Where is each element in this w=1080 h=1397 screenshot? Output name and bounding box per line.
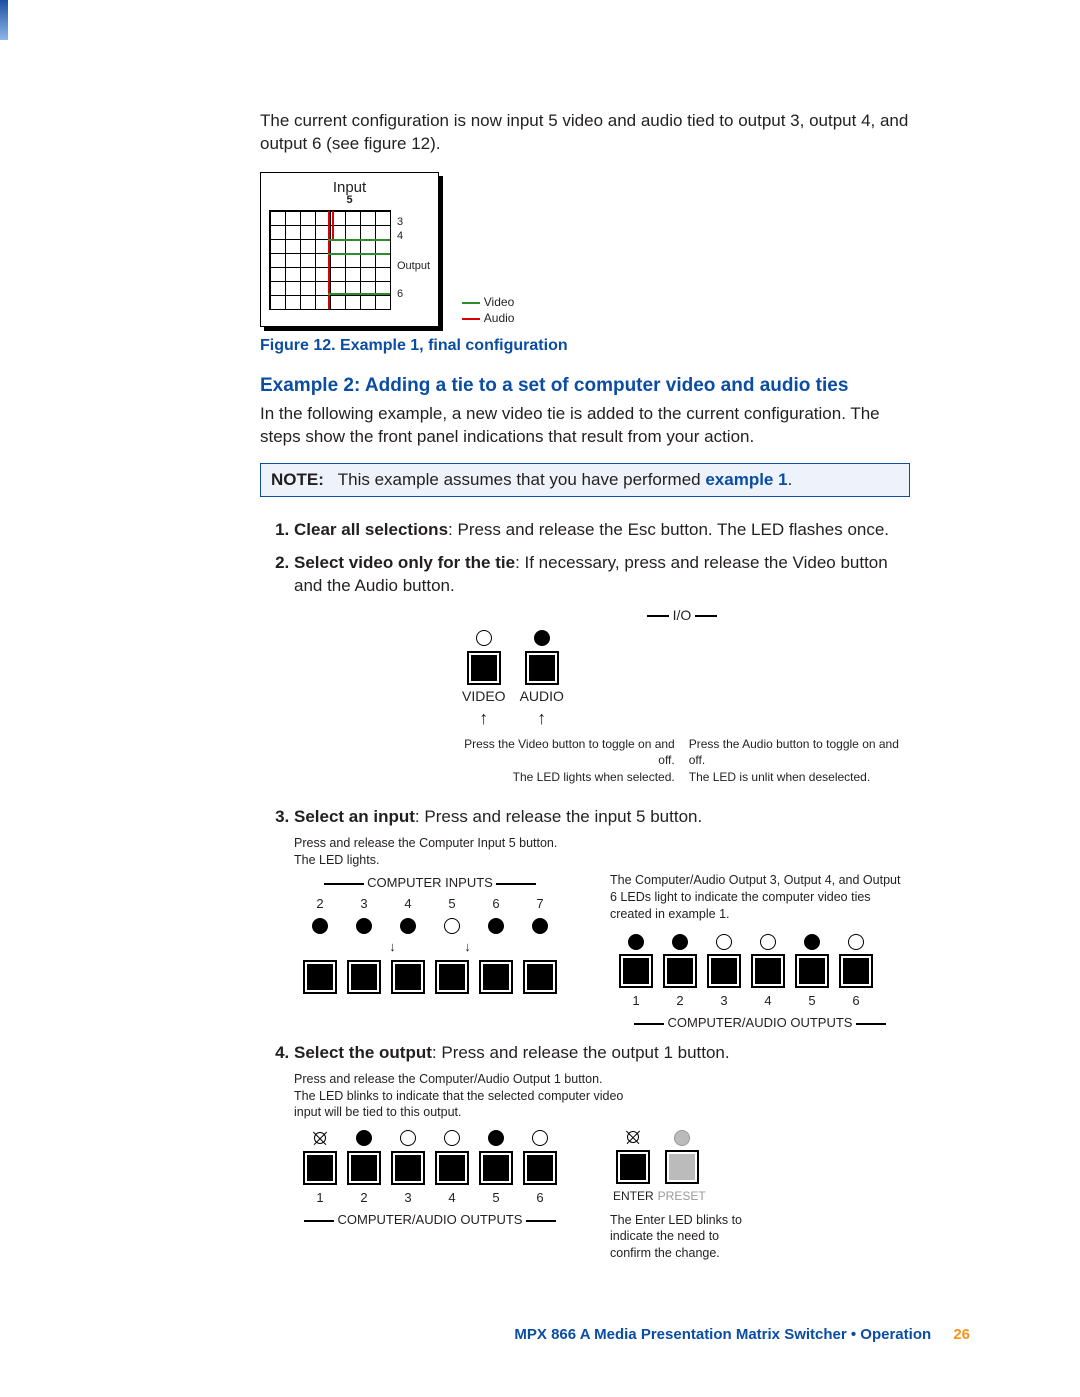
example2-intro: In the following example, a new video ti… [260,403,910,449]
output-2-button[interactable] [663,954,697,988]
output-2-button-s4[interactable] [347,1151,381,1185]
fig12-input-num: 5 [269,194,430,206]
step3-hint: Press and release the Computer Input 5 b… [294,835,910,869]
fig12-output-label: Output [397,259,430,273]
input-4-button[interactable] [391,960,425,994]
input-6-button[interactable] [479,960,513,994]
output-3-button[interactable] [707,954,741,988]
output-6-button-s4[interactable] [523,1151,557,1185]
fig12-out4: 4 [397,229,430,243]
input-3-button[interactable] [347,960,381,994]
computer-outputs-panel-step3: The Computer/Audio Output 3, Output 4, a… [610,872,910,1031]
output-5-button-s4[interactable] [479,1151,513,1185]
input-5-button[interactable] [435,960,469,994]
step-2: Select video only for the tie: If necess… [294,552,910,796]
output-4-button-s4[interactable] [435,1151,469,1185]
video-button[interactable] [467,651,501,685]
computer-inputs-panel: COMPUTER INPUTS 23 45 67 ↓ ↓ [294,872,566,996]
io-diagram: I/O VIDEO AUDIO ↑ ↑ Press the Video butt… [454,606,910,788]
step-1: Clear all selections: Press and release … [294,519,910,542]
intro-text: The current configuration is now input 5… [260,110,910,156]
fig12-legend: Video Audio [462,293,515,327]
output-1-button[interactable] [619,954,653,988]
fig12-caption: Figure 12. Example 1, final configuratio… [260,337,910,355]
sun-icon [311,1129,329,1147]
fig12-out3: 3 [397,215,430,229]
output-4-button[interactable] [751,954,785,988]
input-7-button[interactable] [523,960,557,994]
figure-12: Input 5 3 4 Output 6 Video Audio [260,172,514,327]
output-5-button[interactable] [795,954,829,988]
audio-button[interactable] [525,651,559,685]
preset-button[interactable] [665,1150,699,1184]
output-1-button-s4[interactable] [303,1151,337,1185]
output-3-button-s4[interactable] [391,1151,425,1185]
page-footer: MPX 866 A Media Presentation Matrix Swit… [514,1326,970,1343]
step4-hint: Press and release the Computer/Audio Out… [294,1071,634,1122]
audio-led [534,630,550,646]
step-4: Select the output: Press and release the… [294,1042,910,1262]
enter-preset-panel: ENTER PRESET The Enter LED blinks to ind… [610,1125,750,1262]
input-2-button[interactable] [303,960,337,994]
computer-outputs-panel-step4: 12 34 56 COMPUTER/AUDIO OUTPUTS [294,1125,566,1229]
note-link[interactable]: example 1 [705,470,787,489]
sun-icon [624,1128,642,1146]
enter-button[interactable] [616,1150,650,1184]
output-6-button[interactable] [839,954,873,988]
note-label: NOTE: [271,470,324,489]
video-led [476,630,492,646]
note-text: This example assumes that you have perfo… [338,470,706,489]
note-box: NOTE: This example assumes that you have… [260,463,910,497]
fig12-grid [269,210,391,310]
example2-heading: Example 2: Adding a tie to a set of comp… [260,375,910,397]
step-3: Select an input: Press and release the i… [294,806,910,1032]
fig12-out6: 6 [397,287,430,301]
